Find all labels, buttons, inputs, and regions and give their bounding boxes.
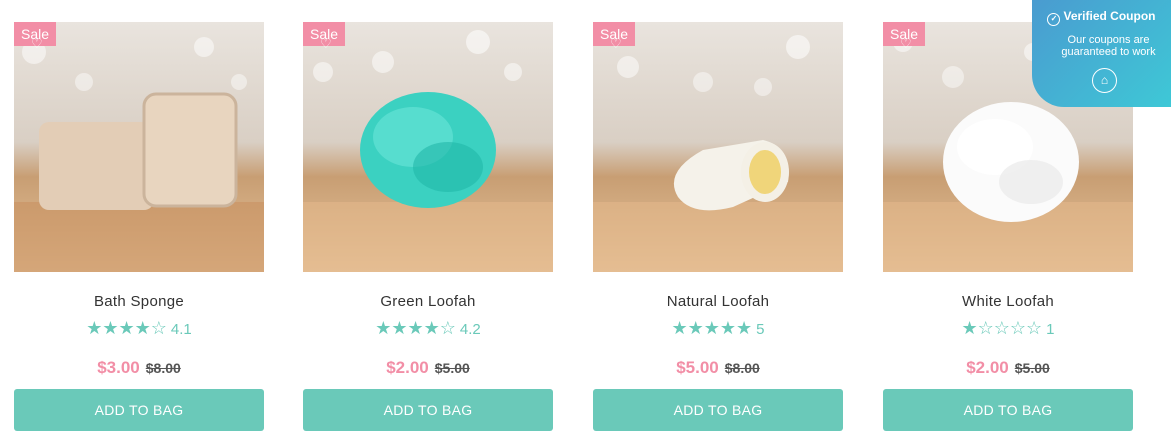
heart-outline-icon[interactable]: ♡: [320, 37, 334, 51]
price-block: $5.00 $8.00: [593, 358, 843, 378]
product-rating: ★☆☆☆☆ 1: [883, 318, 1133, 339]
star-rating-icon: ★★★★☆: [86, 318, 167, 338]
product-name[interactable]: Bath Sponge: [14, 293, 264, 310]
add-to-bag-button[interactable]: ADD TO BAG: [303, 389, 553, 431]
rating-value: 5: [756, 321, 765, 338]
sale-price: $5.00: [676, 358, 719, 377]
coupon-title: ✓ Verified Coupon: [1032, 9, 1171, 26]
sale-price: $2.00: [386, 358, 429, 377]
original-price: $5.00: [1014, 360, 1050, 376]
add-to-bag-button[interactable]: ADD TO BAG: [14, 389, 264, 431]
check-circle-icon: ✓: [1047, 13, 1061, 26]
add-to-bag-button[interactable]: ADD TO BAG: [593, 389, 843, 431]
product-image[interactable]: [593, 22, 843, 272]
product-card: Sale ♡ Bath Sponge ★★★★☆ 4.1 $3.00 $8.00 A…: [14, 22, 264, 432]
tag-icon[interactable]: ⌂: [1092, 68, 1117, 93]
star-rating-icon: ★★★★☆: [375, 318, 456, 338]
price-block: $3.00 $8.00: [14, 358, 264, 378]
coupon-description: Our coupons are guaranteed to work: [1061, 34, 1156, 58]
verified-coupon-panel[interactable]: ✓ Verified Coupon Our coupons are guarant…: [1032, 0, 1171, 107]
heart-outline-icon[interactable]: ♡: [900, 37, 914, 51]
product-name[interactable]: Natural Loofah: [593, 293, 843, 310]
product-card: Sale ♡ Natural Loofah ★★★★★ 5 $5.00 $8.00 …: [593, 22, 843, 432]
coupon-title-text: Verified Coupon: [1063, 9, 1156, 23]
product-card: Sale ♡ Green Loofah ★★★★☆ 4.2 $2.00 $5.00 …: [303, 22, 553, 432]
rating-value: 4.2: [459, 321, 481, 338]
sale-price: $2.00: [966, 358, 1009, 377]
add-to-bag-button[interactable]: ADD TO BAG: [883, 389, 1133, 431]
heart-outline-icon[interactable]: ♡: [31, 37, 45, 51]
product-rating: ★★★★☆ 4.1: [14, 318, 264, 339]
price-block: $2.00 $5.00: [883, 358, 1133, 378]
heart-outline-icon[interactable]: ♡: [610, 37, 624, 51]
sale-price: $3.00: [97, 358, 140, 377]
star-rating-icon: ★☆☆☆☆: [961, 318, 1043, 338]
product-name[interactable]: White Loofah: [883, 293, 1133, 310]
original-price: $8.00: [145, 360, 181, 376]
product-grid: Sale ♡ Bath Sponge ★★★★☆ 4.1 $3.00 $8.00 A…: [14, 22, 1154, 432]
rating-value: 4.1: [170, 321, 192, 338]
star-rating-icon: ★★★★★: [671, 318, 753, 338]
product-rating: ★★★★☆ 4.2: [303, 318, 553, 339]
product-rating: ★★★★★ 5: [593, 318, 843, 339]
product-name[interactable]: Green Loofah: [303, 293, 553, 310]
product-image[interactable]: [303, 22, 553, 272]
rating-value: 1: [1046, 321, 1055, 338]
original-price: $5.00: [434, 360, 470, 376]
original-price: $8.00: [724, 360, 760, 376]
price-block: $2.00 $5.00: [303, 358, 553, 378]
product-image[interactable]: [14, 22, 264, 272]
